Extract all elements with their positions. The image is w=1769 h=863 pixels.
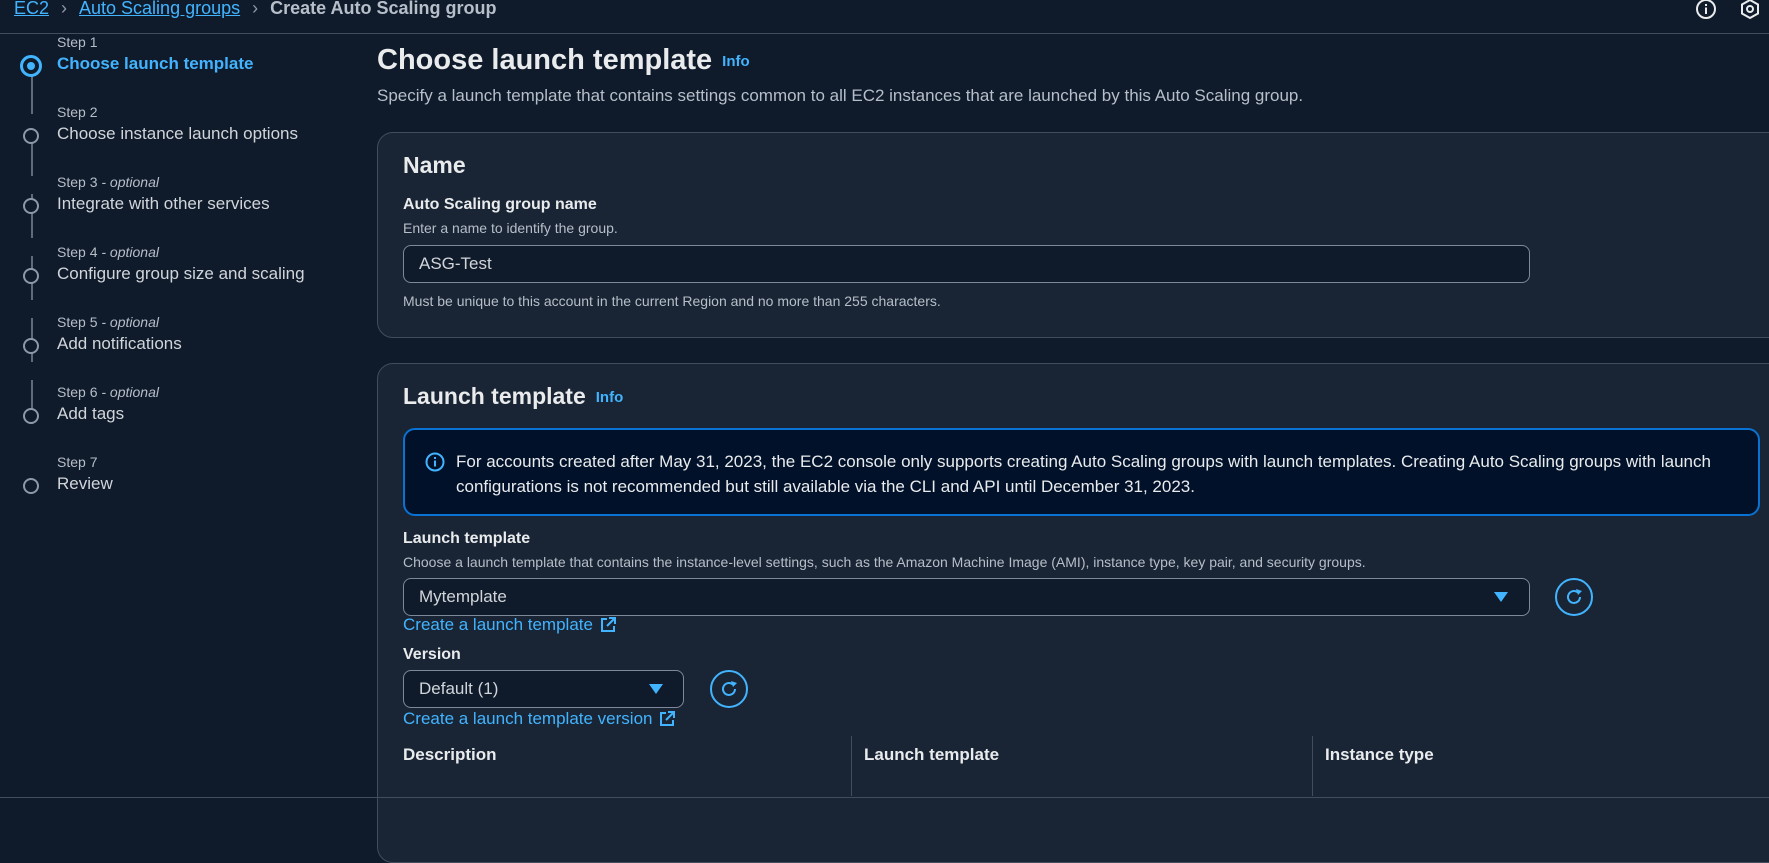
launch-template-card-title-text: Launch template: [403, 383, 586, 409]
launch-template-label: Launch template: [403, 530, 531, 547]
version-label: Version: [403, 646, 461, 663]
step-number: Step 7: [57, 454, 98, 470]
step-label[interactable]: Review: [57, 474, 113, 494]
version-select-value: Default (1): [419, 679, 499, 698]
caret-down-icon: [1494, 592, 1508, 602]
launch-template-card: Launch template Info For accounts created…: [377, 363, 1769, 863]
step-number: Step 3 - optional: [57, 174, 159, 190]
launch-template-card-title: Launch template Info: [403, 383, 623, 410]
page-info-link[interactable]: Info: [722, 53, 750, 70]
refresh-templates-button[interactable]: [1555, 578, 1593, 616]
version-select[interactable]: Default (1): [403, 670, 684, 708]
caret-down-icon: [649, 684, 663, 694]
step-4[interactable]: Step 4 - optional Configure group size a…: [18, 244, 348, 306]
refresh-icon: [1567, 589, 1582, 604]
external-link-icon: [660, 711, 676, 726]
launch-template-select-value: Mytemplate: [419, 587, 507, 606]
launch-template-hint: Choose a launch template that contains t…: [403, 554, 1366, 570]
step-number: Step 4 - optional: [57, 244, 159, 260]
step-7[interactable]: Step 7 Review: [18, 454, 348, 516]
step-label[interactable]: Integrate with other services: [57, 194, 270, 214]
column-divider: [851, 736, 852, 796]
refresh-versions-button[interactable]: [710, 670, 748, 708]
info-icon: [425, 452, 445, 472]
step-5[interactable]: Step 5 - optional Add notifications: [18, 314, 348, 376]
step-label[interactable]: Choose instance launch options: [57, 124, 298, 144]
settings-icon[interactable]: [1739, 0, 1761, 20]
breadcrumb-chevron-icon: ›: [252, 0, 259, 18]
step-indicator-icon: [23, 268, 39, 284]
column-header-instance-type: Instance type: [1325, 745, 1434, 764]
column-header-description: Description: [403, 745, 497, 764]
launch-template-info-link[interactable]: Info: [596, 389, 624, 406]
breadcrumb: EC2 › Auto Scaling groups › Create Auto …: [14, 0, 496, 19]
asg-name-constraint: Must be unique to this account in the cu…: [403, 293, 941, 309]
create-launch-template-version-link[interactable]: Create a launch template version: [403, 709, 676, 729]
step-3[interactable]: Step 3 - optional Integrate with other s…: [18, 174, 348, 236]
step-6[interactable]: Step 6 - optional Add tags: [18, 384, 348, 446]
name-card: Name Auto Scaling group name Enter a nam…: [377, 132, 1769, 338]
step-number: Step 1: [57, 34, 98, 50]
asg-name-input[interactable]: ASG-Test: [403, 245, 1530, 283]
page-bottom-divider: [0, 797, 1769, 798]
step-number: Step 5 - optional: [57, 314, 159, 330]
breadcrumb-current: Create Auto Scaling group: [270, 0, 497, 18]
step-label[interactable]: Add tags: [57, 404, 124, 424]
step-indicator-icon: [23, 338, 39, 354]
column-header-launch-template: Launch template: [864, 745, 1000, 764]
page-title-text: Choose launch template: [377, 44, 713, 76]
create-launch-template-link[interactable]: Create a launch template: [403, 615, 617, 635]
step-1[interactable]: Step 1 Choose launch template: [18, 34, 348, 96]
step-indicator-icon: [23, 478, 39, 494]
breadcrumb-chevron-icon: ›: [61, 0, 68, 18]
page-description: Specify a launch template that contains …: [377, 86, 1304, 105]
step-current-indicator-icon: [20, 55, 42, 77]
info-alert: For accounts created after May 31, 2023,…: [403, 428, 1760, 516]
external-link-icon: [600, 617, 616, 632]
breadcrumb-asg-link[interactable]: Auto Scaling groups: [79, 0, 240, 19]
step-label[interactable]: Add notifications: [57, 334, 182, 354]
top-bar: EC2 › Auto Scaling groups › Create Auto …: [0, 0, 1769, 34]
create-launch-template-link-text[interactable]: Create a launch template: [403, 615, 593, 635]
page-title: Choose launch template Info: [377, 44, 750, 77]
step-label[interactable]: Choose launch template: [57, 54, 253, 74]
step-indicator-icon: [23, 128, 39, 144]
breadcrumb-ec2-link[interactable]: EC2: [14, 0, 49, 19]
info-alert-text: For accounts created after May 31, 2023,…: [456, 452, 1711, 496]
step-2[interactable]: Step 2 Choose instance launch options: [18, 104, 348, 166]
info-circle-icon[interactable]: [1695, 0, 1717, 20]
create-launch-template-version-link-text[interactable]: Create a launch template version: [403, 709, 652, 729]
step-indicator-icon: [23, 198, 39, 214]
step-indicator-icon: [23, 408, 39, 424]
asg-name-label: Auto Scaling group name: [403, 196, 597, 213]
column-divider: [1312, 736, 1313, 796]
step-number: Step 2: [57, 104, 98, 120]
name-card-title: Name: [403, 152, 466, 178]
launch-template-select[interactable]: Mytemplate: [403, 578, 1530, 616]
step-label[interactable]: Configure group size and scaling: [57, 264, 305, 284]
asg-name-hint: Enter a name to identify the group.: [403, 220, 618, 236]
refresh-icon: [722, 681, 737, 696]
step-number: Step 6 - optional: [57, 384, 159, 400]
